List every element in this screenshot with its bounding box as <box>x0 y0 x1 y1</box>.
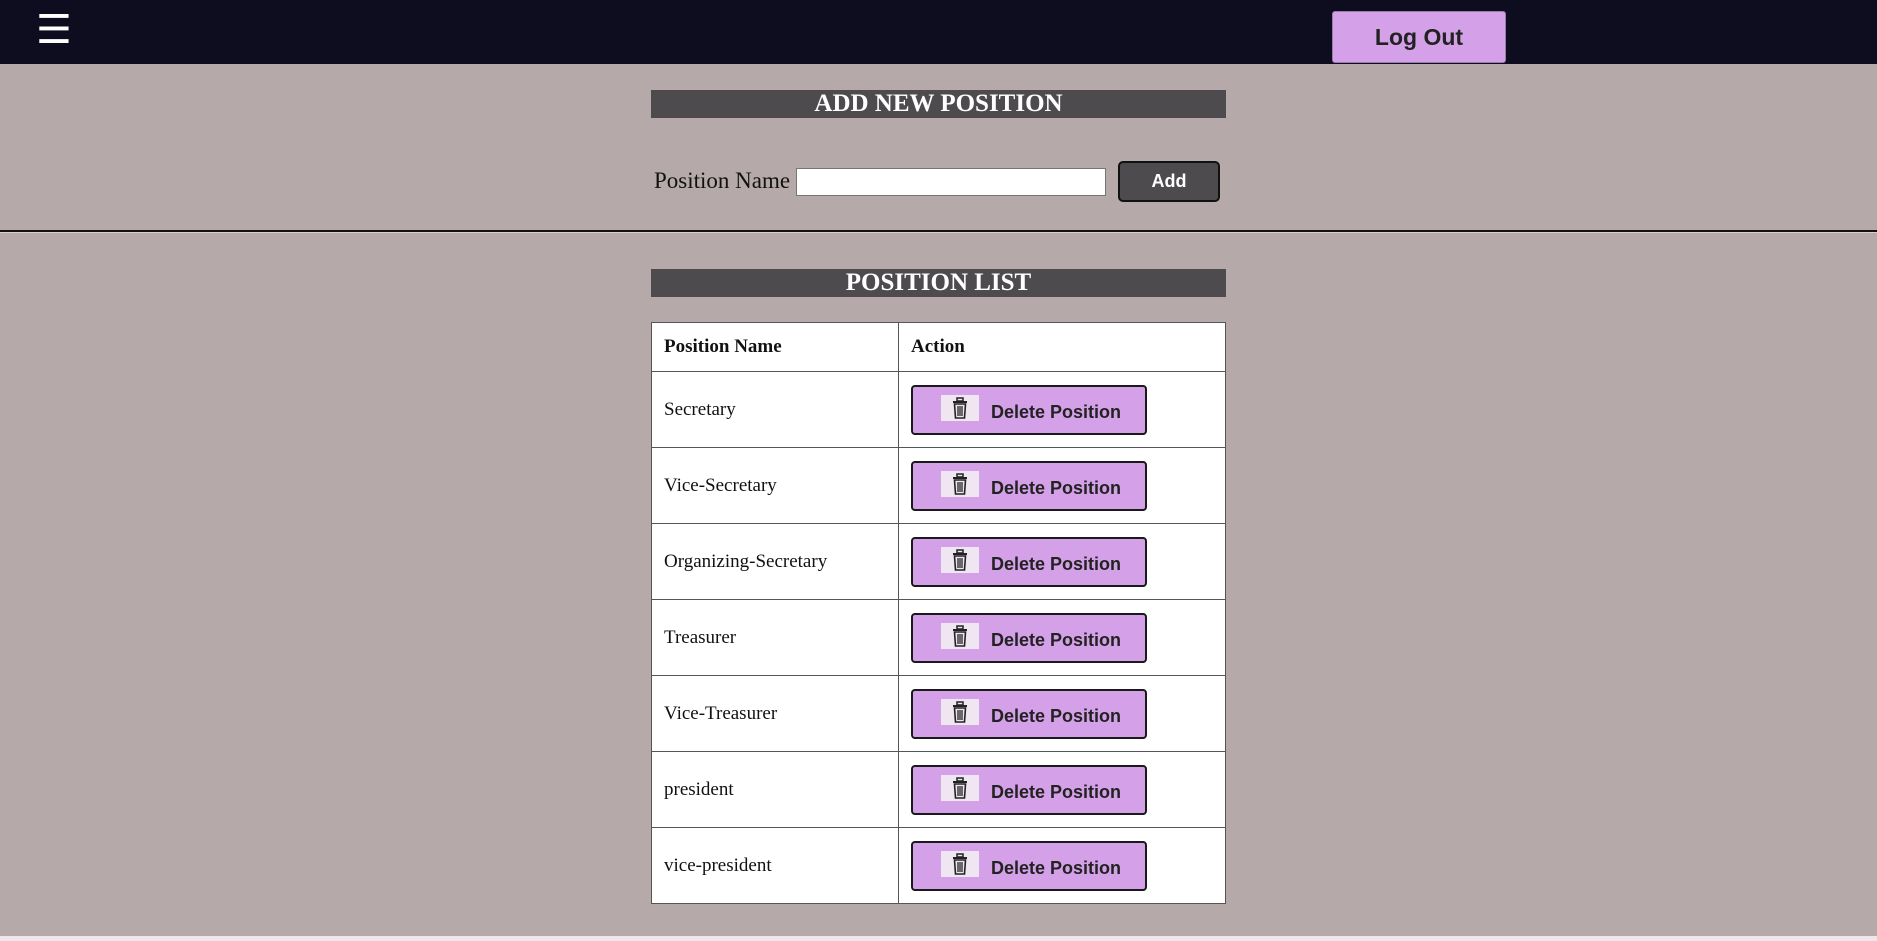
position-name-cell: Vice-Treasurer <box>651 675 899 752</box>
action-cell: Delete Position <box>898 827 1226 904</box>
delete-position-button[interactable]: Delete Position <box>911 764 1147 815</box>
action-cell: Delete Position <box>898 751 1226 828</box>
delete-position-button[interactable]: Delete Position <box>911 840 1147 891</box>
trash-icon <box>941 698 979 725</box>
delete-position-button[interactable]: Delete Position <box>911 384 1147 435</box>
action-cell: Delete Position <box>898 447 1226 524</box>
delete-button-label: Delete Position <box>991 401 1122 422</box>
action-cell: Delete Position <box>898 675 1226 752</box>
action-cell: Delete Position <box>898 523 1226 600</box>
delete-button-label: Delete Position <box>991 629 1122 650</box>
delete-button-label: Delete Position <box>991 477 1122 498</box>
table-row: Vice-Secretary Delete Position <box>651 447 1226 524</box>
section-divider <box>0 230 1877 233</box>
table-row: Treasurer Delete Position <box>651 599 1226 676</box>
column-header-action: Action <box>898 322 1226 372</box>
action-cell: Delete Position <box>898 371 1226 448</box>
position-name-cell: Treasurer <box>651 599 899 676</box>
bottom-strip <box>0 936 1877 941</box>
table-row: Organizing-Secretary Delete Position <box>651 523 1226 600</box>
table-row: Secretary Delete Position <box>651 371 1226 448</box>
action-cell: Delete Position <box>898 599 1226 676</box>
delete-button-label: Delete Position <box>991 553 1122 574</box>
position-name-cell: vice-president <box>651 827 899 904</box>
delete-position-button[interactable]: Delete Position <box>911 460 1147 511</box>
delete-button-label: Delete Position <box>991 857 1122 878</box>
delete-button-label: Delete Position <box>991 705 1122 726</box>
position-name-input[interactable] <box>796 168 1106 196</box>
column-header-position-name: Position Name <box>651 322 899 372</box>
trash-icon <box>941 546 979 573</box>
hamburger-menu-icon[interactable]: ☰ <box>36 10 72 50</box>
add-position-header: ADD NEW POSITION <box>651 90 1226 118</box>
table-header-row: Position Name Action <box>651 322 1226 372</box>
delete-button-label: Delete Position <box>991 781 1122 802</box>
trash-icon <box>941 850 979 877</box>
delete-position-button[interactable]: Delete Position <box>911 536 1147 587</box>
trash-icon <box>941 774 979 801</box>
add-position-button[interactable]: Add <box>1118 161 1220 202</box>
position-name-cell: Secretary <box>651 371 899 448</box>
logout-button[interactable]: Log Out <box>1332 11 1506 63</box>
table-row: president Delete Position <box>651 751 1226 828</box>
position-name-label: Position Name <box>654 168 791 193</box>
position-name-cell: Organizing-Secretary <box>651 523 899 600</box>
trash-icon <box>941 394 979 421</box>
position-rows: Secretary Delete Position Vice-Secretary De… <box>651 371 1226 904</box>
top-navbar: ☰ Log Out <box>0 0 1877 64</box>
delete-position-button[interactable]: Delete Position <box>911 612 1147 663</box>
table-row: Vice-Treasurer Delete Position <box>651 675 1226 752</box>
trash-icon <box>941 470 979 497</box>
position-name-cell: Vice-Secretary <box>651 447 899 524</box>
position-list-header: POSITION LIST <box>651 269 1226 297</box>
position-name-cell: president <box>651 751 899 828</box>
trash-icon <box>941 622 979 649</box>
delete-position-button[interactable]: Delete Position <box>911 688 1147 739</box>
position-table: Position Name Action Secretary Delete Pos… <box>651 322 1226 904</box>
table-row: vice-president Delete Position <box>651 827 1226 904</box>
